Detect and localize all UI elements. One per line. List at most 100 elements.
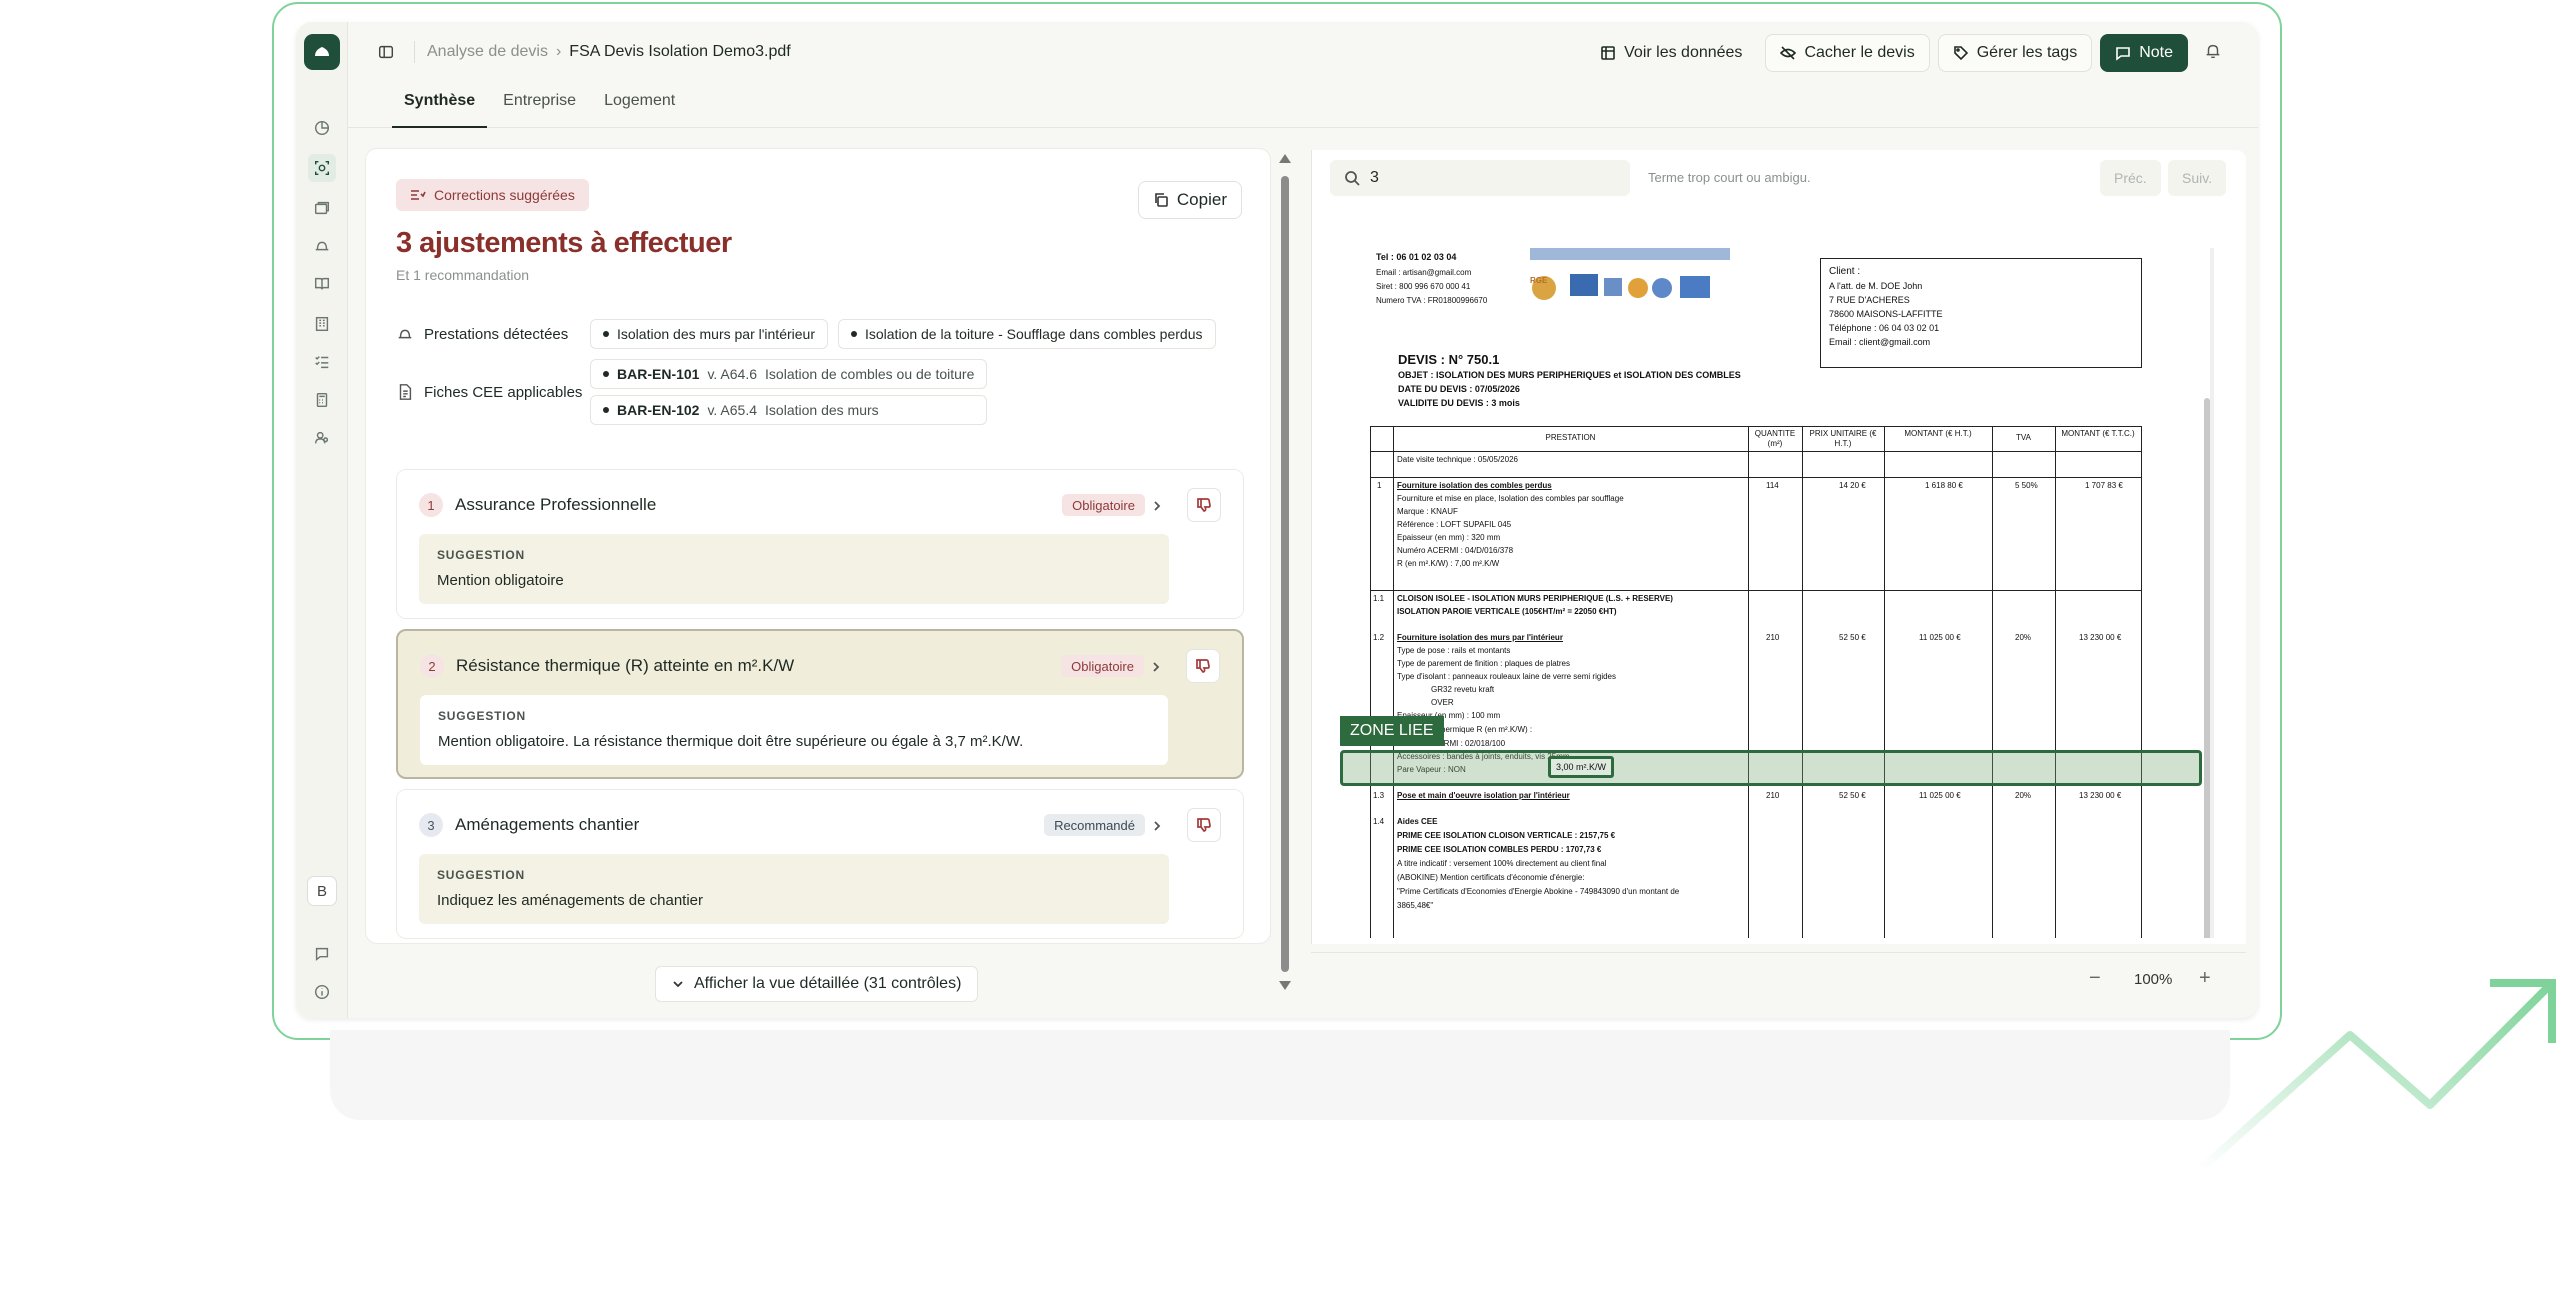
corrections-badge: Corrections suggérées bbox=[396, 179, 589, 211]
card-title: Assurance Professionnelle bbox=[455, 495, 657, 514]
doc-company-line: Numero TVA : FR01800996670 bbox=[1376, 296, 1488, 305]
table-header: QUANTITE (m²) bbox=[1754, 429, 1796, 448]
chevron-right-icon[interactable] bbox=[1150, 660, 1162, 672]
row-line: Marque : KNAUF bbox=[1397, 507, 1458, 516]
row-number: 1.4 bbox=[1373, 817, 1385, 826]
adjustment-card[interactable]: 1 Assurance Professionnelle Obligatoire … bbox=[396, 469, 1244, 619]
left-rail: B bbox=[296, 22, 348, 1018]
prev-match-button[interactable]: Préc. bbox=[2100, 160, 2161, 196]
users-icon bbox=[314, 431, 329, 444]
view-data-button[interactable]: Voir les données bbox=[1585, 34, 1757, 72]
cee-label: Fiches CEE applicables bbox=[396, 383, 590, 401]
rail-companies[interactable] bbox=[308, 310, 336, 338]
visit-date: Date visite technique : 05/05/2026 bbox=[1397, 455, 1518, 464]
rail-analyse[interactable] bbox=[308, 154, 336, 182]
row-line: R (en m².K/W) : 7,00 m².K/W bbox=[1397, 559, 1500, 568]
hide-quote-button[interactable]: Cacher le devis bbox=[1765, 34, 1930, 72]
message-icon bbox=[2116, 47, 2131, 61]
notifications-button[interactable] bbox=[2204, 42, 2224, 62]
certification-logos bbox=[1530, 248, 1730, 300]
thumbs-down-button[interactable] bbox=[1187, 808, 1221, 842]
copy-icon bbox=[1155, 193, 1168, 207]
doc-scrollbar[interactable] bbox=[2204, 398, 2210, 938]
status-badge: Obligatoire bbox=[1061, 655, 1144, 677]
row-line: Aides CEE bbox=[1397, 817, 1438, 826]
view-data-label: Voir les données bbox=[1624, 44, 1743, 61]
chevron-right-icon[interactable] bbox=[1151, 499, 1163, 511]
breadcrumb-parent[interactable]: Analyse de devis bbox=[427, 43, 548, 61]
table-line bbox=[1992, 427, 1993, 938]
thumbs-down-button[interactable] bbox=[1186, 649, 1220, 683]
info-icon bbox=[314, 984, 330, 1000]
table-header: PRIX UNITAIRE (€ H.T.) bbox=[1809, 429, 1877, 448]
table-header: MONTANT (€ T.T.C.) bbox=[2061, 429, 2135, 438]
scroll-up-icon[interactable] bbox=[1279, 154, 1291, 163]
linked-zone-label: ZONE LIEE bbox=[1340, 716, 1444, 746]
bell-icon bbox=[2206, 44, 2220, 59]
row-line: 3865,48€" bbox=[1397, 901, 1434, 910]
table-line bbox=[2055, 427, 2056, 938]
cee-version: v. A64.6 bbox=[707, 366, 758, 382]
status-badge: Recommandé bbox=[1044, 814, 1145, 836]
rail-worksite[interactable] bbox=[308, 232, 336, 260]
row-value: 52 50 € bbox=[1839, 791, 1866, 800]
rail-users[interactable] bbox=[308, 424, 336, 452]
pie-chart-icon bbox=[314, 120, 330, 136]
copy-label: Copier bbox=[1176, 190, 1227, 209]
row-number: 1.2 bbox=[1373, 633, 1385, 642]
rail-guide[interactable] bbox=[308, 270, 336, 298]
copy-button[interactable]: Copier bbox=[1137, 181, 1242, 219]
thumbs-down-button[interactable] bbox=[1187, 488, 1221, 522]
app-logo[interactable] bbox=[304, 34, 340, 70]
note-button[interactable]: Note bbox=[2100, 34, 2188, 72]
chevron-right-icon[interactable] bbox=[1151, 819, 1163, 831]
row-line: (ABOKINE) Mention certificats d'économie… bbox=[1397, 873, 1585, 882]
scroll-thumb[interactable] bbox=[1281, 176, 1289, 972]
table-header: TVA bbox=[2016, 433, 2031, 442]
detail-view-button[interactable]: Afficher la vue détaillée (31 contrôles) bbox=[655, 966, 979, 1002]
table-line bbox=[1802, 427, 1803, 938]
scroll-down-icon[interactable] bbox=[1279, 981, 1291, 990]
tab-synthese[interactable]: Synthèse bbox=[392, 82, 488, 128]
zoom-out-button[interactable]: − bbox=[2089, 967, 2101, 990]
rail-checklist[interactable] bbox=[308, 348, 336, 376]
manage-tags-button[interactable]: Gérer les tags bbox=[1937, 34, 2093, 72]
linked-zone-highlight[interactable] bbox=[1340, 750, 2202, 786]
card-header: 1 Assurance Professionnelle Obligatoire bbox=[419, 488, 1243, 522]
prestations-row: Prestations détectées Isolation des murs… bbox=[396, 319, 1226, 349]
zoom-in-button[interactable]: + bbox=[2199, 967, 2211, 990]
rail-chat[interactable] bbox=[308, 940, 336, 968]
search-icon bbox=[1345, 171, 1360, 186]
cee-list: BAR-EN-101 v. A64.6 Isolation de combles o… bbox=[590, 359, 997, 425]
row-value: 14 20 € bbox=[1839, 481, 1866, 490]
helmet-icon bbox=[398, 329, 412, 339]
client-line: Client : bbox=[1829, 266, 1861, 277]
book-icon bbox=[314, 277, 330, 290]
card-number: 2 bbox=[420, 654, 444, 678]
summary-scrollbar[interactable] bbox=[1278, 150, 1292, 994]
pdf-page: Tel : 06 01 02 03 04 Email : artisan@gma… bbox=[1330, 248, 2210, 938]
panel-toggle-button[interactable] bbox=[372, 38, 400, 66]
row-value: 1 618 80 € bbox=[1925, 481, 1963, 490]
linked-value-highlight[interactable]: 3,00 m².K/W bbox=[1548, 756, 1614, 778]
rail-info[interactable] bbox=[308, 978, 336, 1006]
doc-search-input[interactable]: 3 bbox=[1330, 160, 1630, 196]
row-value: 11 025 00 € bbox=[1919, 633, 1961, 642]
breadcrumb-separator: › bbox=[555, 43, 562, 60]
cee-version: v. A65.4 bbox=[707, 402, 758, 418]
devis-date: DATE DU DEVIS : 07/05/2026 bbox=[1398, 384, 1520, 394]
tab-entreprise[interactable]: Entreprise bbox=[491, 82, 588, 128]
adjustment-card[interactable]: 3 Aménagements chantier Recommandé SUGGE… bbox=[396, 789, 1244, 939]
tab-logement[interactable]: Logement bbox=[592, 82, 687, 128]
rail-documents[interactable] bbox=[308, 194, 336, 222]
client-line: A l'att. de M. DOE John bbox=[1829, 281, 1923, 291]
detail-view-label: Afficher la vue détaillée (31 contrôles) bbox=[694, 975, 962, 992]
client-line: Email : client@gmail.com bbox=[1829, 337, 1931, 347]
row-value: 210 bbox=[1766, 791, 1780, 800]
next-match-button[interactable]: Suiv. bbox=[2168, 160, 2227, 196]
rail-calculator[interactable] bbox=[308, 386, 336, 414]
rail-dashboard[interactable] bbox=[308, 114, 336, 142]
hide-quote-label: Cacher le devis bbox=[1804, 44, 1915, 61]
avatar[interactable]: B bbox=[307, 876, 337, 906]
adjustment-card[interactable]: 2 Résistance thermique (R) atteinte en m… bbox=[396, 629, 1244, 779]
